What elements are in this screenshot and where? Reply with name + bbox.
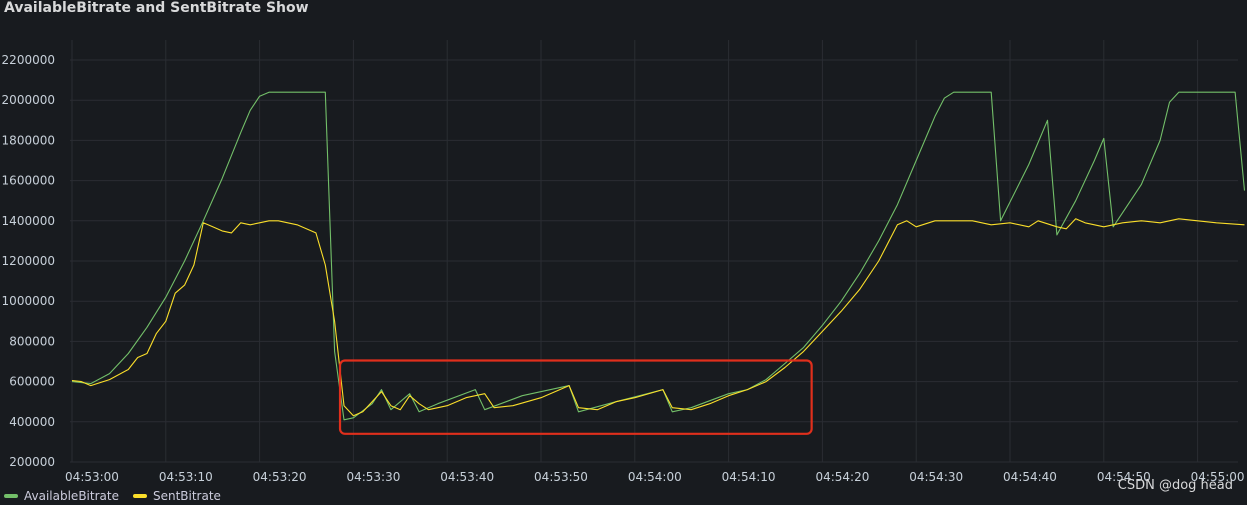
legend-item-available[interactable]: AvailableBitrate <box>4 489 119 503</box>
y-tick-label: 400000 <box>9 415 55 429</box>
legend-label-available: AvailableBitrate <box>24 489 119 503</box>
y-tick-label: 600000 <box>9 375 55 389</box>
chart-legend: AvailableBitrate SentBitrate <box>4 487 221 505</box>
x-tick-label: 04:54:20 <box>815 470 869 484</box>
y-tick-label: 1600000 <box>2 174 55 188</box>
legend-swatch-sent <box>132 494 147 498</box>
series-line-available <box>71 91 1246 421</box>
x-tick-label: 04:54:10 <box>722 470 776 484</box>
x-axis: 04:53:00 04:53:10 04:53:20 04:53:30 04:53:40… <box>65 470 1245 484</box>
chart-series <box>71 91 1246 421</box>
y-tick-label: 1800000 <box>2 133 55 147</box>
chart-grid <box>70 40 1238 463</box>
y-tick-label: 2200000 <box>2 53 55 67</box>
x-tick-label: 04:53:00 <box>65 470 119 484</box>
legend-item-sent[interactable]: SentBitrate <box>132 489 221 503</box>
legend-label-sent: SentBitrate <box>152 489 221 503</box>
x-tick-label: 04:53:30 <box>346 470 400 484</box>
x-tick-label: 04:53:20 <box>253 470 307 484</box>
time-series-chart: 200000 400000 600000 800000 1000000 1200000 14… <box>2 40 1246 484</box>
y-tick-label: 1400000 <box>2 214 55 228</box>
x-tick-label: 04:53:10 <box>159 470 213 484</box>
x-tick-label: 04:53:40 <box>440 470 494 484</box>
x-tick-label: 04:54:30 <box>909 470 963 484</box>
series-line-sent <box>71 218 1245 417</box>
y-tick-label: 2000000 <box>2 93 55 107</box>
y-tick-label: 800000 <box>9 334 55 348</box>
x-tick-label: 04:54:00 <box>628 470 682 484</box>
watermark: CSDN @dog head <box>1117 478 1233 493</box>
x-tick-label: 04:53:50 <box>534 470 588 484</box>
legend-swatch-available <box>4 494 18 498</box>
y-tick-label: 1000000 <box>2 294 55 308</box>
y-tick-label: 1200000 <box>2 254 55 268</box>
y-axis: 200000 400000 600000 800000 1000000 1200000 14… <box>2 53 55 469</box>
x-tick-label: 04:54:40 <box>1003 470 1057 484</box>
y-tick-label: 200000 <box>9 455 55 469</box>
